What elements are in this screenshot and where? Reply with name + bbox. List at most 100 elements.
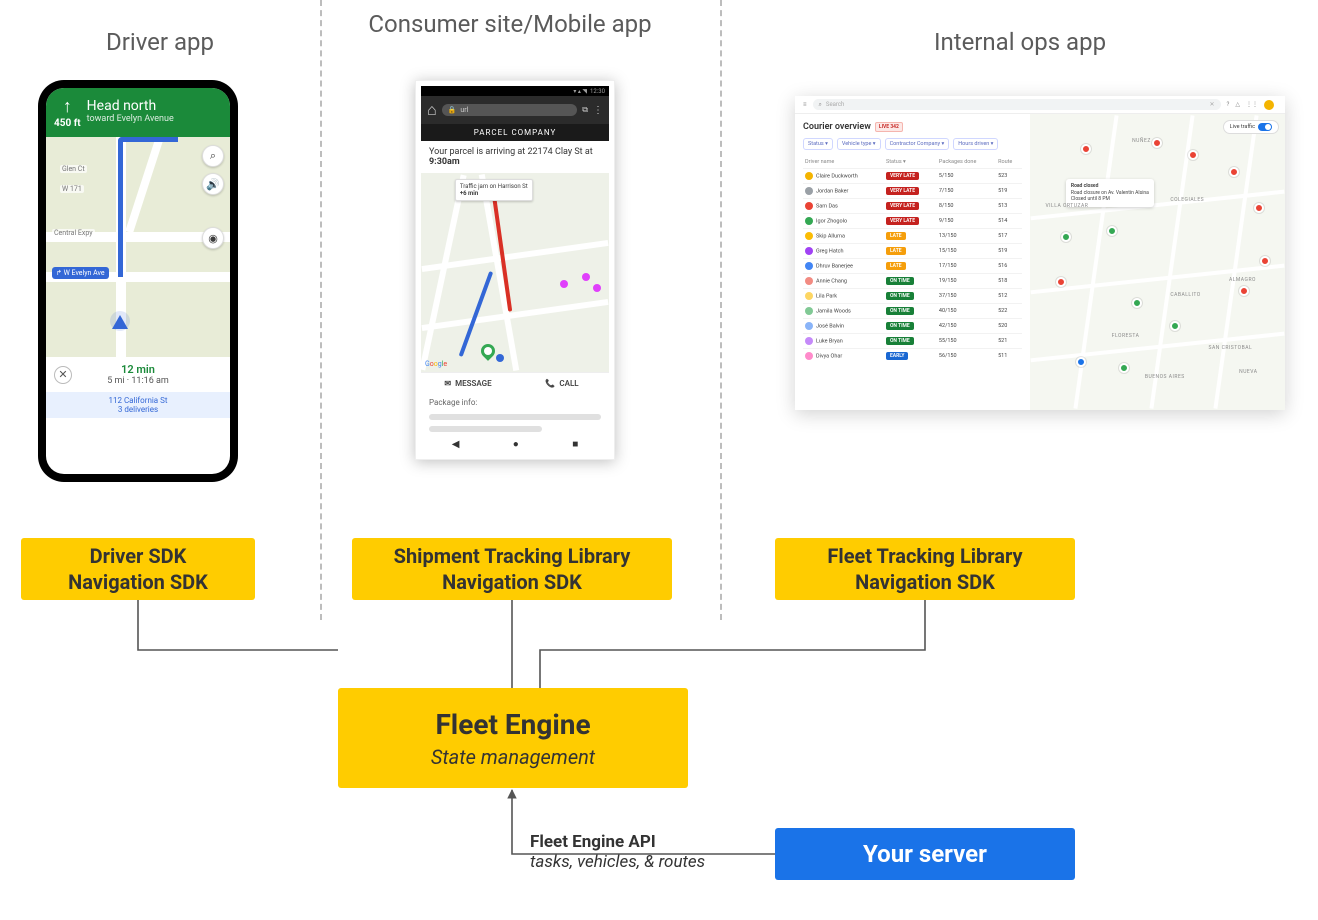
nav-recent-icon[interactable]: ■ [572,439,578,450]
consumer-phone-frame: ▾ ▴ ◥ 12:30 ⌂ 🔒 url ⧉ ⋮ PARCEL COMPANY Y… [415,80,615,460]
phone-icon: 📞 [545,379,555,388]
nav-back-icon[interactable]: ◀ [452,439,460,450]
menu-icon[interactable]: ⋮ [593,105,603,116]
help-icon[interactable]: ? [1227,101,1230,108]
apps-icon[interactable]: ⋮⋮ [1246,101,1258,108]
message-button[interactable]: ✉MESSAGE [421,373,515,394]
url-bar: ⌂ 🔒 url ⧉ ⋮ [421,96,609,124]
table-row[interactable]: Greg HatchLATE15/150519 [803,244,1022,259]
table-row[interactable]: Divya OharEARLY56/150511 [803,349,1022,364]
table-row[interactable]: Jordan BakerVERY LATE7/150519 [803,184,1022,199]
map-pin[interactable] [1260,256,1270,266]
map-pin[interactable] [1254,203,1264,213]
map-pin[interactable] [1152,138,1162,148]
filter-chip[interactable]: Vehicle type ▾ [837,138,881,150]
fleet-engine-api-label: Fleet Engine API tasks, vehicles, & rout… [530,832,705,872]
next-stop-sub: 3 deliveries [50,405,226,414]
android-nav-buttons: ◀ ● ■ [421,435,609,454]
table-row[interactable]: Igor ZhogoloVERY LATE9/150514 [803,214,1022,229]
filter-chip[interactable]: Hours driven ▾ [953,138,998,150]
bell-icon[interactable]: △ [1235,101,1240,108]
fleet-engine-box: Fleet Engine State management [338,688,688,788]
table-header-cell[interactable]: Packages done [937,156,996,169]
url-input[interactable]: 🔒 url [442,104,578,116]
map-pin[interactable] [1107,226,1117,236]
clear-icon[interactable]: ✕ [1210,101,1215,108]
table-row[interactable]: Dhruv BanerjeeLATE17/150516 [803,259,1022,274]
map-pin[interactable] [1229,167,1239,177]
popup-line2: Road closure on Av. Valentín Alsina [1071,190,1149,196]
placeholder-bar-1 [429,414,601,420]
heading-internal-ops: Internal ops app [760,28,1280,56]
eta-line: Your parcel is arriving at 22174 Clay St… [429,147,593,157]
eta-message: Your parcel is arriving at 22174 Clay St… [421,141,609,173]
map-area-label: CABALLITO [1170,292,1200,298]
heading-driver-app: Driver app [0,28,320,56]
dash-map[interactable]: Road closed Road closure on Av. Valentín… [1030,114,1285,410]
map-area-label: SAN CRISTOBAL [1209,345,1253,351]
call-label: CALL [559,379,578,388]
map-pin[interactable] [1061,232,1071,242]
url-text: url [460,106,468,114]
message-label: MESSAGE [455,379,492,388]
menu-icon[interactable]: ≡ [803,101,807,108]
status-bar: ▾ ▴ ◥ 12:30 [421,86,609,96]
sound-icon[interactable]: 🔊 [202,173,224,195]
placeholder-bar-2 [429,426,542,432]
table-row[interactable]: Sam DasVERY LATE8/150513 [803,199,1022,214]
map-pin[interactable] [1188,150,1198,160]
tab-icon[interactable]: ⧉ [582,105,588,115]
filter-chip[interactable]: Status ▾ [803,138,833,150]
sdk-consumer-line2: Navigation SDK [352,569,672,595]
map-pin[interactable] [1056,277,1066,287]
action-buttons: ✉MESSAGE 📞 CALL [421,372,609,394]
search-input[interactable]: ⌕ Search ✕ [813,99,1221,110]
stop-dot-2 [582,273,590,281]
street-label-w171: W 171 [60,185,84,193]
table-row[interactable]: Claire DuckworthVERY LATE5/150523 [803,169,1022,184]
map-pin[interactable] [1170,321,1180,331]
nav-home-icon[interactable]: ● [513,439,519,450]
table-row[interactable]: Skip AllumaLATE13/150517 [803,229,1022,244]
package-info-header: Package info: [421,394,609,411]
nav-cursor-icon [112,315,128,329]
live-traffic-label: Live traffic [1230,124,1255,130]
next-stop-card[interactable]: 112 California St 3 deliveries [46,392,230,418]
map-area-label: FLORESTA [1112,333,1140,339]
map-pin[interactable] [1132,298,1142,308]
lock-icon: 🔒 [448,106,457,114]
filter-chip[interactable]: Contractor Company ▾ [885,138,950,150]
column-divider-1 [320,0,322,620]
table-header-cell[interactable]: Status ▾ [884,156,937,169]
sdk-box-driver: Driver SDK Navigation SDK [21,538,255,600]
close-icon[interactable]: ✕ [54,366,72,384]
map-pin[interactable] [1119,363,1129,373]
search-icon[interactable]: ⌕ [202,145,224,167]
call-button[interactable]: 📞 CALL [515,373,609,394]
courier-table: Driver nameStatus ▾Packages doneRoute Cl… [803,156,1022,363]
live-traffic-toggle[interactable]: Live traffic [1223,120,1279,134]
nav-direction-main: Head north [87,98,157,114]
map-area-label: NUEVA [1239,369,1257,375]
avatar[interactable] [1264,100,1274,110]
map-area-label: VILLA ORTUZAR [1045,203,1088,209]
traffic-chip: Traffic jam on Harrison St +6 min [455,179,533,201]
table-header-cell[interactable]: Route [996,156,1022,169]
dash-left-panel: Courier overview LIVE 342 Status ▾Vehicl… [795,114,1030,410]
map-pin[interactable] [1076,357,1086,367]
map-area-label: COLEGIALES [1170,197,1204,203]
table-row[interactable]: Annie ChangON TIME19/150518 [803,274,1022,289]
compass-icon[interactable]: ◉ [202,227,224,249]
table-row[interactable]: Jamila WoodsON TIME40/150522 [803,304,1022,319]
status-time: 12:30 [590,88,605,95]
sdk-driver-line1: Driver SDK [21,543,255,569]
table-row[interactable]: José BalvinON TIME42/150520 [803,319,1022,334]
table-header-cell[interactable]: Driver name [803,156,884,169]
table-row[interactable]: Luke BryanON TIME55/150521 [803,334,1022,349]
table-row[interactable]: Lila ParkON TIME37/150512 [803,289,1022,304]
map-pin[interactable] [1239,286,1249,296]
map-pin[interactable] [1081,144,1091,154]
consumer-map[interactable]: Traffic jam on Harrison St +6 min Google [421,173,609,372]
driver-map[interactable]: ↱ W Evelyn Ave Central Expy Glen Ct W 17… [46,137,230,357]
dash-topbar: ≡ ⌕ Search ✕ ? △ ⋮⋮ [795,96,1285,114]
